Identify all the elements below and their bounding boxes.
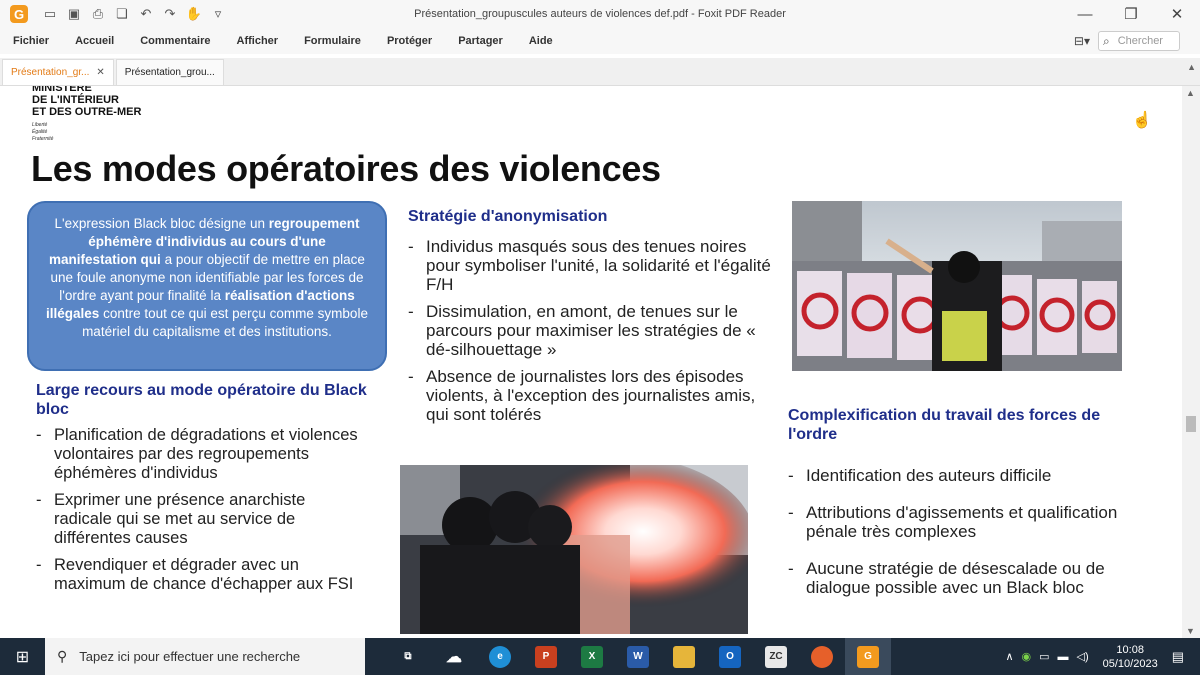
foxit-logo-icon[interactable]: G — [10, 5, 28, 23]
right-heading: Complexification du travail des forces d… — [788, 407, 1101, 443]
menu-proteger[interactable]: Protéger — [387, 35, 432, 47]
search-placeholder: Chercher — [1117, 35, 1163, 47]
left-bullet-list: Planification de dégradations et violenc… — [36, 426, 366, 602]
status-circle-icon[interactable]: ◉ — [1022, 650, 1032, 663]
close-button[interactable]: ✕ — [1154, 0, 1200, 28]
republic-motto: Liberté Égalité Fraternité — [32, 122, 53, 143]
clock-time: 10:08 — [1116, 643, 1144, 656]
menu-bar: Fichier Accueil Commentaire Afficher For… — [0, 28, 1200, 54]
menu-commentaire[interactable]: Commentaire — [140, 35, 210, 47]
search-icon: ⌕ — [1103, 33, 1110, 48]
hand-tool-icon[interactable]: ✋ — [186, 6, 202, 22]
ministry-logo-text: MINISTÈRE DE L'INTÉRIEUR ET DES OUTRE-ME… — [32, 86, 141, 118]
scroll-arrow-up-icon[interactable]: ▲ — [1186, 88, 1195, 98]
restore-button[interactable]: ❐ — [1108, 0, 1154, 28]
notification-icon[interactable]: ▤ — [1172, 649, 1184, 665]
network-icon[interactable]: ▭ — [1039, 650, 1049, 663]
vertical-scrollbar[interactable]: ▲ ▼ — [1182, 86, 1200, 638]
scroll-arrow-down-icon[interactable]: ▼ — [1186, 626, 1195, 636]
list-item: Revendiquer et dégrader avec un maximum … — [36, 556, 366, 594]
volume-icon[interactable]: ◁) — [1077, 650, 1089, 663]
file-explorer-icon[interactable] — [661, 638, 707, 675]
ministry-line: MINISTÈRE — [32, 86, 92, 94]
menu-afficher[interactable]: Afficher — [237, 35, 279, 47]
ministry-line: ET DES OUTRE-MER — [32, 106, 142, 118]
open-folder-icon[interactable]: ▭ — [42, 6, 58, 22]
box-text: L'expression Black bloc désigne un — [54, 216, 265, 231]
middle-heading: Stratégie d'anonymisation — [408, 208, 608, 225]
hand-cursor-icon: ☝ — [1132, 112, 1152, 129]
menu-partager[interactable]: Partager — [458, 35, 503, 47]
edge-browser-icon[interactable]: e — [477, 638, 523, 675]
slide-title: Les modes opératoires des violences — [31, 148, 661, 189]
motto-line: Liberté — [32, 122, 48, 128]
tab-label: Présentation_grou... — [124, 67, 215, 78]
print-icon[interactable]: ⎙ — [90, 6, 106, 22]
tab-label: Présentation_gr... — [11, 67, 90, 78]
list-item: Attributions d'agissements et qualificat… — [788, 503, 1128, 541]
redo-icon[interactable]: ↷ — [162, 6, 178, 22]
menu-right-tools: ⊟▾ ⌕ Chercher — [1074, 31, 1180, 51]
list-item: Dissimulation, en amont, de tenues sur l… — [408, 302, 778, 359]
taskbar-apps: ⧉ ☁ e P X W O ZC G — [385, 638, 891, 675]
view-mode-icon[interactable]: ⊟▾ — [1074, 34, 1090, 48]
list-item: Identification des auteurs difficile — [788, 466, 1128, 485]
taskbar-search-input[interactable]: ⚲ Tapez ici pour effectuer une recherche — [45, 638, 365, 675]
firefox-icon[interactable] — [799, 638, 845, 675]
document-icon[interactable]: ❏ — [114, 6, 130, 22]
customize-dropdown-icon[interactable]: ▿ — [210, 6, 226, 22]
scrollbar-thumb[interactable] — [1186, 416, 1196, 432]
motto-line: Égalité — [32, 129, 48, 135]
quick-access-toolbar: ▭ ▣ ⎙ ❏ ↶ ↷ ✋ ▿ — [42, 6, 226, 22]
definition-box: L'expression Black bloc désigne un regro… — [27, 201, 387, 371]
box-text: contre tout ce qui est perçu comme symbo… — [82, 306, 368, 339]
minimize-button[interactable]: — — [1062, 0, 1108, 28]
windows-start-icon[interactable]: ⊞ — [0, 638, 45, 675]
protest-banner-photo — [792, 201, 1122, 371]
ministry-line: DE L'INTÉRIEUR — [32, 94, 119, 106]
search-icon: ⚲ — [57, 648, 68, 664]
scroll-up-arrow-icon[interactable]: ▲ — [1187, 62, 1196, 72]
taskbar-search-placeholder: Tapez ici pour effectuer une recherche — [79, 649, 301, 664]
chevron-up-icon[interactable]: ∧ — [1005, 650, 1013, 663]
list-item: Individus masqués sous des tenues noires… — [408, 237, 778, 294]
list-item: Exprimer une présence anarchiste radical… — [36, 491, 366, 548]
windows-taskbar: ⊞ ⚲ Tapez ici pour effectuer une recherc… — [0, 638, 1200, 675]
undo-icon[interactable]: ↶ — [138, 6, 154, 22]
motto-line: Fraternité — [32, 136, 54, 142]
black-bloc-flare-photo — [400, 465, 748, 634]
left-heading: Large recours au mode opératoire du Blac… — [36, 382, 367, 418]
excel-icon[interactable]: X — [569, 638, 615, 675]
document-tab-bar: Présentation_gr... ✕ Présentation_grou..… — [0, 58, 1200, 86]
tab-document-second[interactable]: Présentation_grou... — [115, 59, 224, 85]
battery-icon[interactable]: ▬ — [1058, 651, 1069, 663]
menu-aide[interactable]: Aide — [529, 35, 553, 47]
system-tray: ∧ ◉ ▭ ▬ ◁) 10:08 05/10/2023 ▤ — [1005, 638, 1200, 675]
clock[interactable]: 10:08 05/10/2023 — [1103, 643, 1158, 671]
title-bar: G ▭ ▣ ⎙ ❏ ↶ ↷ ✋ ▿ Présentation_groupuscu… — [0, 0, 1200, 28]
window-controls: — ❐ ✕ — [1062, 0, 1200, 28]
pdf-page[interactable]: MINISTÈRE DE L'INTÉRIEUR ET DES OUTRE-ME… — [0, 86, 1182, 638]
list-item: Absence de journalistes lors des épisode… — [408, 367, 778, 424]
task-view-icon[interactable]: ⧉ — [385, 638, 431, 675]
save-icon[interactable]: ▣ — [66, 6, 82, 22]
right-bullet-list: Identification des auteurs difficile Att… — [788, 466, 1128, 615]
foxit-reader-taskbar-icon[interactable]: G — [845, 638, 891, 675]
weather-icon[interactable]: ☁ — [431, 638, 477, 675]
powerpoint-icon[interactable]: P — [523, 638, 569, 675]
middle-bullet-list: Individus masqués sous des tenues noires… — [408, 237, 778, 432]
menu-formulaire[interactable]: Formulaire — [304, 35, 361, 47]
tab-close-icon[interactable]: ✕ — [96, 67, 104, 78]
tab-document-active[interactable]: Présentation_gr... ✕ — [2, 59, 114, 85]
clock-date: 05/10/2023 — [1102, 657, 1158, 670]
word-icon[interactable]: W — [615, 638, 661, 675]
menu-fichier[interactable]: Fichier — [13, 35, 49, 47]
outlook-icon[interactable]: O — [707, 638, 753, 675]
list-item: Aucune stratégie de désescalade ou de di… — [788, 559, 1128, 597]
search-input[interactable]: ⌕ Chercher — [1098, 31, 1180, 51]
zc-app-icon[interactable]: ZC — [753, 638, 799, 675]
list-item: Planification de dégradations et violenc… — [36, 426, 366, 483]
menu-accueil[interactable]: Accueil — [75, 35, 114, 47]
